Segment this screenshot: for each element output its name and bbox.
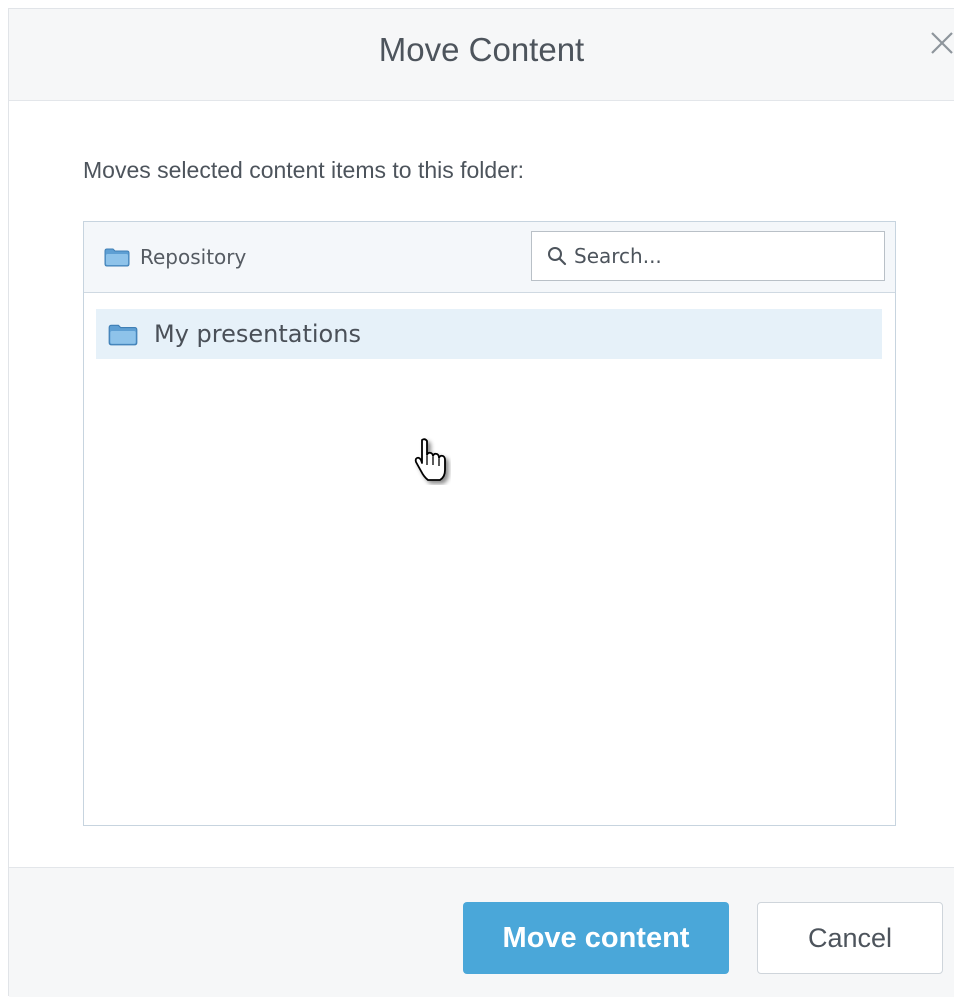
dialog-header: Move Content [9,9,954,101]
move-content-dialog: Move Content Moves selected content item… [8,8,954,997]
search-icon [548,247,567,266]
repository-breadcrumb[interactable]: Repository [104,242,246,272]
repository-label: Repository [140,245,247,269]
cancel-button[interactable]: Cancel [757,902,943,974]
folder-list: My presentations [84,293,895,825]
hand-pointer-icon [414,438,446,481]
dialog-body: Moves selected content items to this fol… [9,101,954,867]
folder-icon [104,248,130,267]
dialog-footer: Move content Cancel [9,867,954,997]
move-content-button[interactable]: Move content [463,902,729,974]
search-input[interactable] [574,244,864,268]
close-button[interactable] [924,25,954,61]
folder-item-label: My presentations [154,320,361,348]
folder-icon [108,324,138,345]
folder-browser: Repository My presentations [83,221,896,826]
folder-browser-toolbar: Repository [84,222,895,293]
folder-item-my-presentations[interactable]: My presentations [96,309,882,359]
dialog-title: Move Content [378,31,585,68]
instruction-text: Moves selected content items to this fol… [83,157,525,183]
close-icon [931,32,953,54]
search-box[interactable] [531,231,885,281]
